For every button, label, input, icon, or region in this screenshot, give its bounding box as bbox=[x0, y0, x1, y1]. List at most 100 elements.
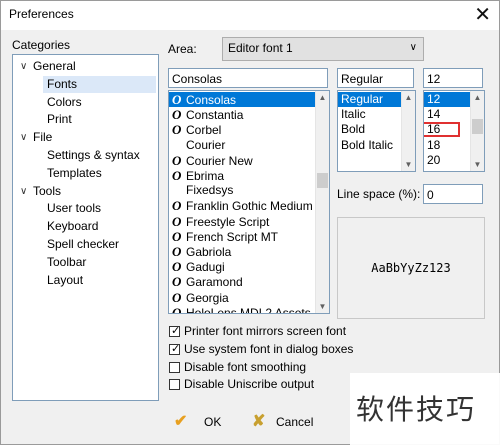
font-style-item[interactable]: Bold bbox=[338, 122, 401, 137]
tree-item-label: User tools bbox=[47, 201, 102, 216]
tree-item-keyboard[interactable]: Keyboard bbox=[43, 218, 156, 235]
tree-item-label: Toolbar bbox=[47, 254, 87, 269]
scroll-down-icon[interactable]: ▼ bbox=[402, 158, 415, 171]
font-list-item[interactable]: O HoloLens MDL2 Assets bbox=[169, 304, 315, 314]
scroll-thumb[interactable] bbox=[472, 119, 483, 134]
area-select[interactable]: Editor font 1 ∨ bbox=[222, 37, 424, 61]
tree-item-general[interactable]: ∨ General bbox=[13, 58, 156, 75]
font-list-item[interactable]: O Ebrima bbox=[169, 168, 315, 183]
size-list-scrollbar[interactable]: ▲ ▼ bbox=[470, 91, 484, 171]
chevron-down-icon[interactable]: ∨ bbox=[20, 58, 30, 75]
tree-item-templates[interactable]: Templates bbox=[43, 165, 156, 182]
tree-item-spell-checker[interactable]: Spell checker bbox=[43, 236, 156, 253]
opentype-font-icon: O bbox=[172, 304, 182, 314]
font-list-item[interactable]: O Garamond bbox=[169, 274, 315, 289]
scroll-up-icon[interactable]: ▲ bbox=[316, 91, 329, 104]
tree-item-label: Print bbox=[47, 112, 72, 127]
close-icon[interactable]: ✕ bbox=[474, 3, 491, 27]
font-size-input[interactable]: 12 bbox=[423, 68, 483, 88]
option-checkbox[interactable] bbox=[169, 379, 180, 391]
scroll-down-icon[interactable]: ▼ bbox=[471, 158, 484, 171]
scroll-up-icon[interactable]: ▲ bbox=[471, 91, 484, 104]
opentype-font-icon: O bbox=[172, 198, 182, 214]
option-checkbox[interactable]: ✓ bbox=[169, 325, 180, 337]
tree-item-user-tools[interactable]: User tools bbox=[43, 200, 156, 217]
font-list-item[interactable]: O Constantia bbox=[169, 107, 315, 122]
tree-item-layout[interactable]: Layout bbox=[43, 272, 156, 289]
font-list-item[interactable]: O Franklin Gothic Medium bbox=[169, 198, 315, 213]
title-bar: Preferences ✕ bbox=[1, 1, 499, 30]
font-list-item[interactable]: O Gabriola bbox=[169, 244, 315, 259]
line-space-input[interactable]: 0 bbox=[423, 184, 483, 204]
option-label[interactable]: Disable font smoothing bbox=[184, 360, 306, 374]
opentype-font-icon: O bbox=[172, 274, 182, 290]
font-style-item[interactable]: Regular bbox=[338, 92, 401, 107]
font-style-item[interactable]: Bold Italic bbox=[338, 138, 401, 153]
font-size-item[interactable]: 12 bbox=[424, 92, 470, 107]
ok-button-label: OK bbox=[204, 415, 222, 429]
chevron-down-icon: ∨ bbox=[409, 42, 417, 53]
opentype-font-icon: O bbox=[172, 213, 182, 229]
area-label: Area: bbox=[168, 42, 197, 56]
tree-item-tools[interactable]: ∨ Tools bbox=[13, 183, 156, 200]
cross-icon: ✘ bbox=[252, 413, 266, 430]
style-list-scrollbar[interactable]: ▲ ▼ bbox=[401, 91, 415, 171]
font-list-item[interactable]: Courier bbox=[169, 138, 315, 153]
tree-item-toolbar[interactable]: Toolbar bbox=[43, 254, 156, 271]
font-name-input[interactable]: Consolas bbox=[168, 68, 328, 88]
font-list-item[interactable]: O Georgia bbox=[169, 290, 315, 305]
opentype-font-icon: O bbox=[172, 168, 182, 183]
opentype-font-icon: O bbox=[172, 107, 182, 123]
font-size-item-highlighted[interactable]: 16 bbox=[424, 122, 460, 138]
tree-item-label: Templates bbox=[47, 165, 102, 180]
font-list-item[interactable]: O Gadugi bbox=[169, 259, 315, 274]
font-list-item-label: French Script MT bbox=[186, 229, 279, 244]
checkmark-icon: ✔ bbox=[174, 413, 188, 430]
font-list-item[interactable]: O Corbel bbox=[169, 122, 315, 137]
tree-item-fonts[interactable]: Fonts bbox=[43, 75, 156, 93]
option-checkbox[interactable] bbox=[169, 361, 180, 373]
opentype-font-icon: O bbox=[172, 259, 182, 275]
line-space-label: Line space (%): bbox=[337, 187, 421, 201]
option-label[interactable]: Disable Uniscribe output bbox=[184, 377, 314, 391]
font-preview: AaBbYyZz123 bbox=[337, 217, 485, 319]
font-list-item[interactable]: O French Script MT bbox=[169, 229, 315, 244]
chevron-down-icon[interactable]: ∨ bbox=[20, 183, 30, 200]
option-checkbox[interactable]: ✓ bbox=[169, 342, 181, 355]
font-size-list[interactable]: 20 18 16 14 12 ▲ ▼ bbox=[423, 90, 485, 172]
font-style-input[interactable]: Regular bbox=[337, 68, 414, 88]
font-list-scrollbar[interactable]: ▲ ▼ bbox=[315, 91, 329, 313]
tree-item-settings-syntax[interactable]: Settings & syntax bbox=[43, 147, 156, 164]
tree-item-print[interactable]: Print bbox=[43, 111, 156, 128]
tree-item-label: Settings & syntax bbox=[47, 148, 140, 162]
scroll-up-icon[interactable]: ▲ bbox=[402, 91, 415, 104]
tree-item-label: Colors bbox=[47, 94, 82, 109]
font-list-item-label: Constantia bbox=[186, 108, 244, 123]
scroll-thumb[interactable] bbox=[317, 173, 328, 188]
font-style-item[interactable]: Italic bbox=[338, 107, 401, 122]
tree-item-label: Keyboard bbox=[47, 219, 99, 234]
font-size-item[interactable]: 18 bbox=[424, 138, 470, 153]
watermark-text: 软件技巧 bbox=[356, 393, 477, 426]
tree-item-label: Layout bbox=[47, 272, 84, 287]
chevron-down-icon[interactable]: ∨ bbox=[20, 129, 30, 146]
font-list-item[interactable]: O Consolas bbox=[169, 92, 315, 107]
font-size-item[interactable]: 20 bbox=[424, 153, 470, 168]
font-style-list[interactable]: Bold Italic Bold Italic Regular ▲ ▼ bbox=[337, 90, 416, 172]
option-label[interactable]: Printer font mirrors screen font bbox=[184, 324, 346, 338]
checkmark-icon: ✓ bbox=[171, 342, 181, 355]
option-label[interactable]: Use system font in dialog boxes bbox=[184, 342, 353, 356]
tree-item-label: Fonts bbox=[47, 76, 78, 91]
categories-tree[interactable]: ∨ General Fonts Colors Print ∨ File Settings & … bbox=[12, 54, 159, 401]
font-list[interactable]: O HoloLens MDL2 Assets O Georgia O Garamond O G… bbox=[168, 90, 330, 314]
scroll-down-icon[interactable]: ▼ bbox=[316, 300, 329, 313]
font-list-item[interactable]: O Courier New bbox=[169, 153, 315, 168]
font-list-item[interactable]: Fixedsys bbox=[169, 183, 315, 198]
cancel-button-label: Cancel bbox=[276, 415, 314, 429]
tree-item-file[interactable]: ∨ File bbox=[13, 129, 156, 146]
font-size-item[interactable]: 14 bbox=[424, 107, 470, 122]
tree-item-colors[interactable]: Colors bbox=[43, 94, 156, 111]
font-list-item-label: HoloLens MDL2 Assets bbox=[186, 305, 311, 314]
tree-item-label: Tools bbox=[33, 183, 62, 198]
font-list-item[interactable]: O Freestyle Script bbox=[169, 214, 315, 229]
